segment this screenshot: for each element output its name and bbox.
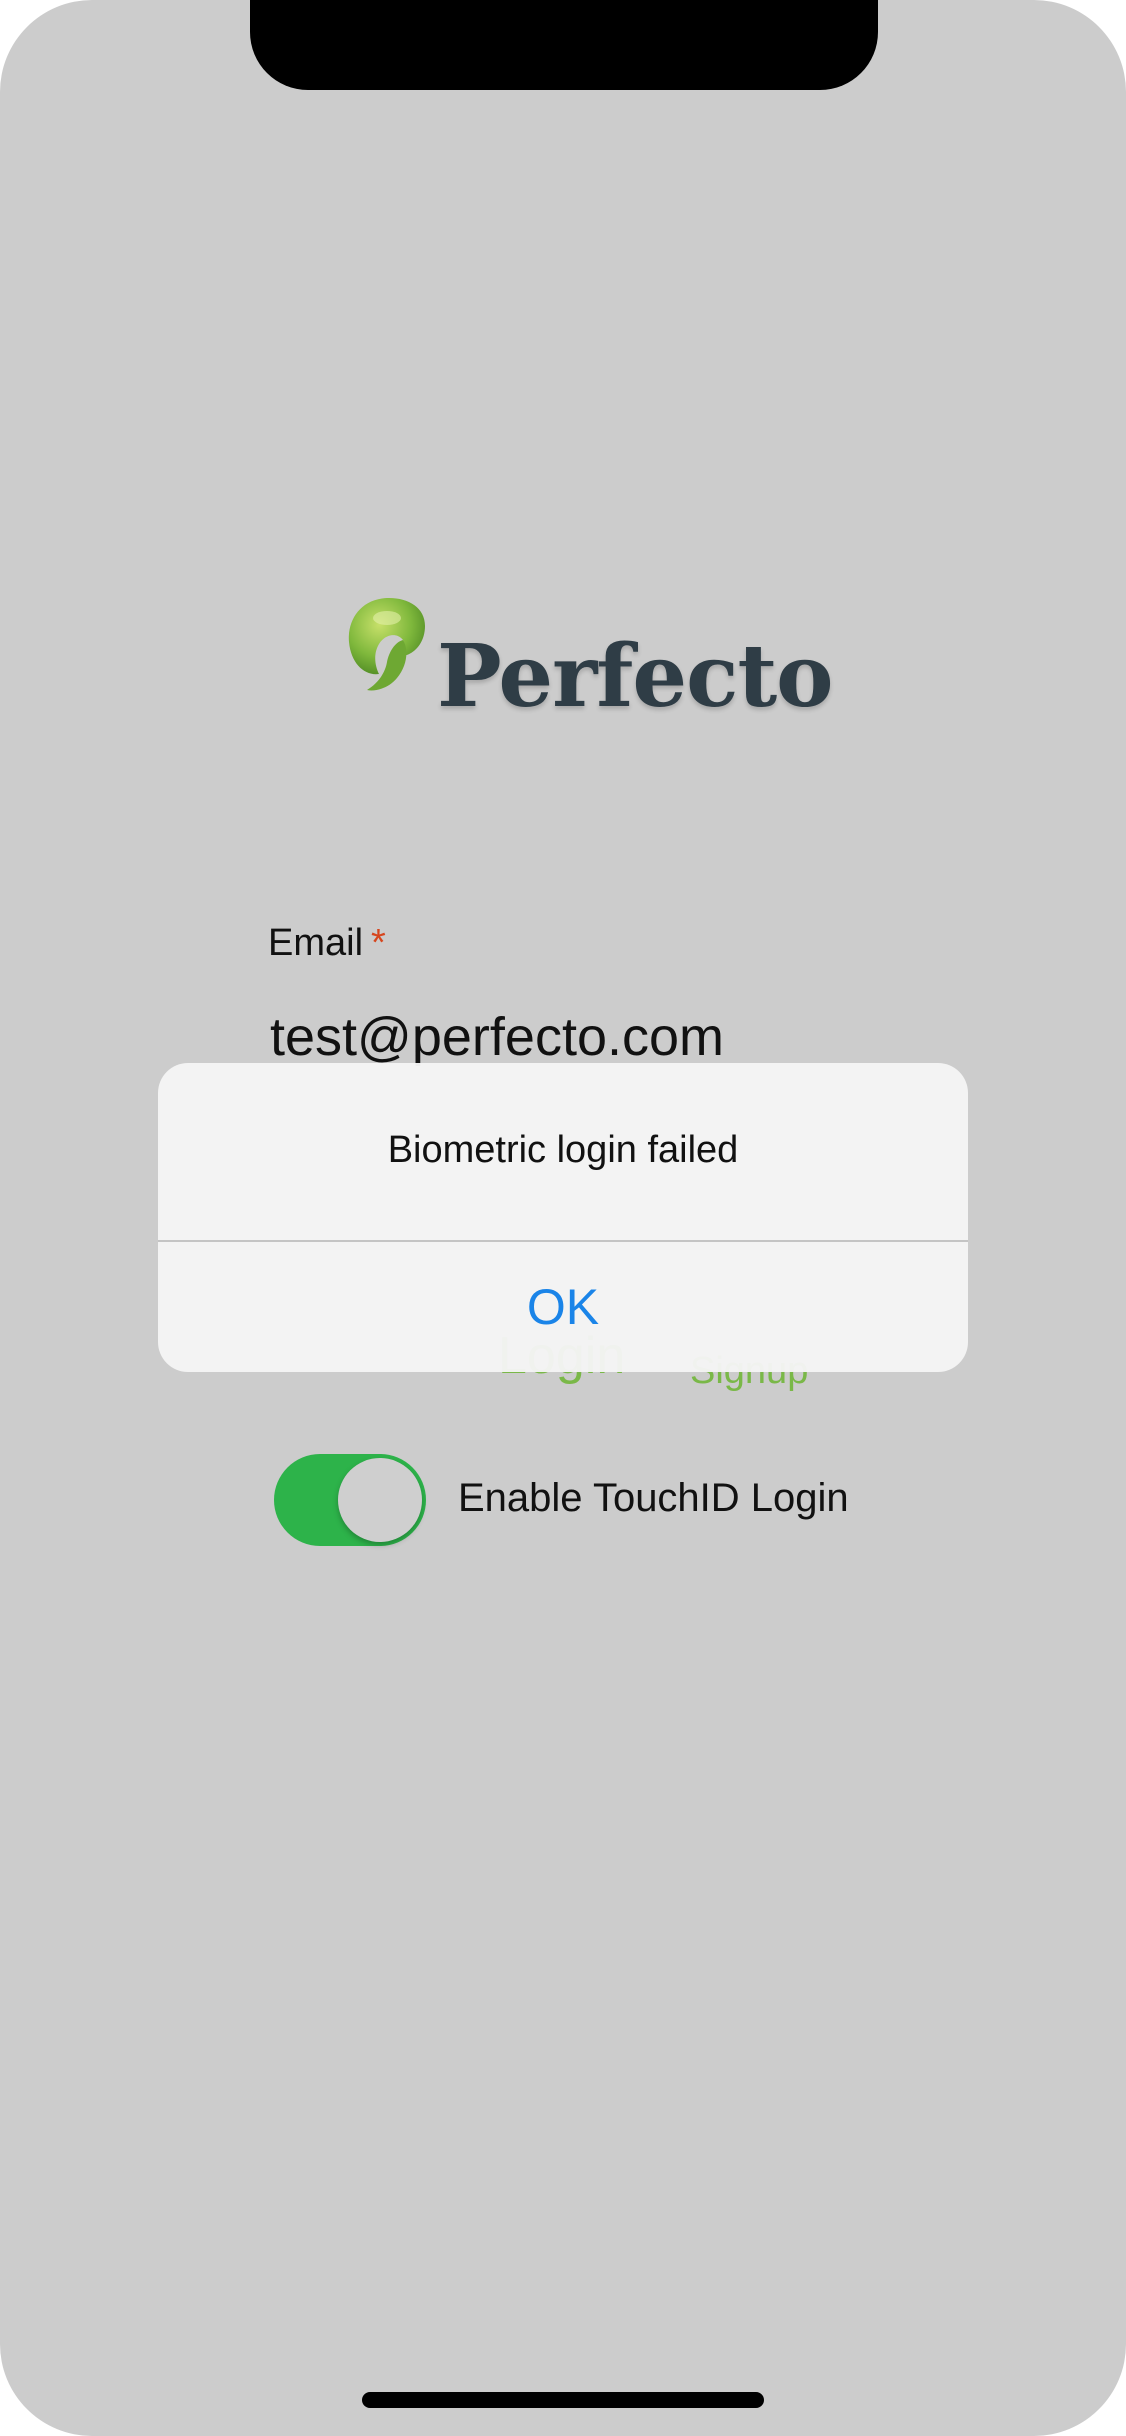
touchid-label: Enable TouchID Login — [458, 1476, 849, 1520]
perfecto-logo: Perfecto — [345, 596, 834, 731]
phone-screen: Perfecto Email* Login Signup Enable Touc… — [0, 0, 1126, 2436]
email-field[interactable] — [270, 1002, 890, 1072]
required-asterisk: * — [371, 922, 386, 964]
touchid-toggle[interactable] — [274, 1454, 426, 1546]
email-label-text: Email — [268, 922, 364, 964]
toggle-knob — [338, 1458, 422, 1542]
email-label: Email * — [268, 922, 386, 965]
device-notch — [250, 0, 878, 90]
home-indicator[interactable] — [362, 2392, 764, 2408]
ok-button[interactable]: OK — [158, 1242, 968, 1372]
alert-message: Biometric login failed — [387, 1129, 739, 1171]
perfecto-leaf-icon — [348, 598, 425, 691]
alert-dialog: Biometric login failed OK — [158, 1063, 968, 1372]
logo-wordmark: Perfecto — [437, 626, 834, 727]
